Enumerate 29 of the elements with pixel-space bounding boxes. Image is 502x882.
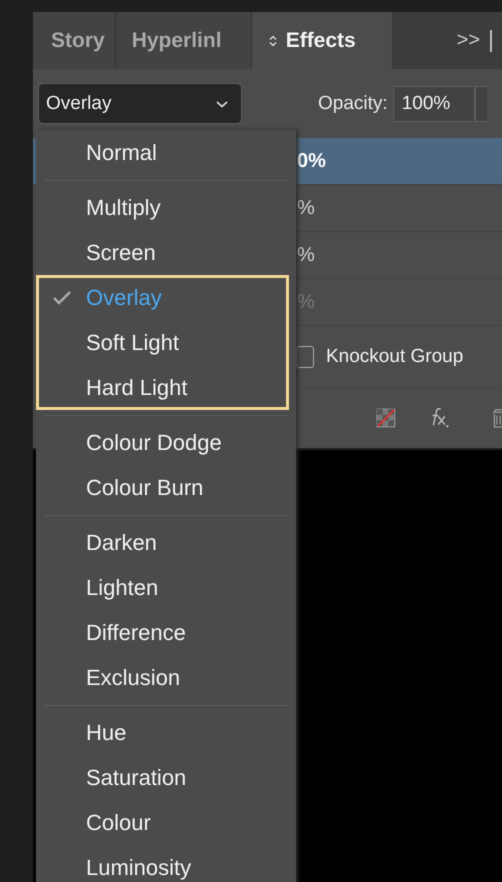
menu-item[interactable]: Hard Light	[36, 365, 296, 410]
checkmark-icon	[52, 290, 72, 306]
menu-item[interactable]: Hue	[36, 710, 296, 755]
menu-item[interactable]: Screen	[36, 230, 296, 275]
chevron-down-icon	[215, 98, 229, 109]
menu-item[interactable]: Multiply	[36, 185, 296, 230]
panel-tab[interactable]: Story	[33, 12, 116, 70]
panel-tab[interactable]: Hyperlinl	[116, 12, 252, 70]
menu-item[interactable]: Colour	[36, 800, 296, 845]
menu-item[interactable]: Difference	[36, 610, 296, 655]
menu-item[interactable]: Lighten	[36, 565, 296, 610]
blend-mode-dropdown[interactable]: Overlay	[38, 83, 242, 124]
menu-item[interactable]: Saturation	[36, 755, 296, 800]
checkbox[interactable]	[296, 346, 314, 368]
checkbox-label: Knockout Group	[326, 346, 464, 368]
menu-item[interactable]: Luminosity	[36, 845, 296, 882]
clear-effects-icon	[376, 406, 396, 430]
opacity-field[interactable]: 100%	[392, 86, 475, 122]
menu-item[interactable]: Colour Burn	[36, 465, 296, 510]
menu-item[interactable]: Colour Dodge	[36, 420, 296, 465]
menu-item[interactable]: Darken	[36, 520, 296, 565]
panel-tab[interactable]: Effects	[252, 12, 393, 70]
stepper-field[interactable]	[474, 86, 487, 122]
overflow-button[interactable]: >>	[456, 29, 480, 52]
stepper-icon	[268, 34, 278, 48]
menu-item[interactable]: Normal	[36, 130, 296, 175]
opacity-label: Opacity:	[318, 92, 388, 115]
menu-item[interactable]: Exclusion	[36, 655, 296, 700]
menu-item[interactable]: Soft Light	[36, 320, 296, 365]
